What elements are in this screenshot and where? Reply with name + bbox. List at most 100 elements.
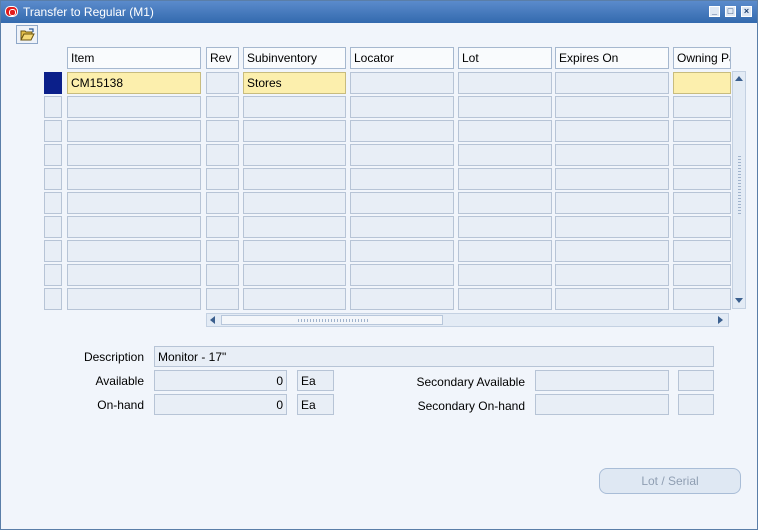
cell-lot[interactable] bbox=[458, 192, 552, 214]
available-uom-field[interactable]: Ea bbox=[297, 370, 334, 391]
cell-rev[interactable] bbox=[206, 120, 239, 142]
minimize-icon[interactable]: _ bbox=[709, 6, 720, 17]
cell-expires-on[interactable] bbox=[555, 240, 669, 262]
cell-locator[interactable] bbox=[350, 168, 454, 190]
secondary-available-uom-field[interactable] bbox=[678, 370, 714, 391]
cell-item[interactable] bbox=[67, 288, 201, 310]
cell-rev[interactable] bbox=[206, 240, 239, 262]
cell-owning-party[interactable] bbox=[673, 120, 731, 142]
open-button[interactable] bbox=[16, 25, 38, 44]
row-indicator[interactable] bbox=[44, 288, 62, 310]
cell-item[interactable] bbox=[67, 264, 201, 286]
cell-subinventory[interactable]: Stores bbox=[243, 72, 346, 94]
cell-rev[interactable] bbox=[206, 144, 239, 166]
cell-lot[interactable] bbox=[458, 168, 552, 190]
cell-rev[interactable] bbox=[206, 288, 239, 310]
cell-expires-on[interactable] bbox=[555, 192, 669, 214]
vertical-scrollbar[interactable] bbox=[732, 71, 746, 309]
cell-owning-party[interactable] bbox=[673, 168, 731, 190]
cell-owning-party[interactable] bbox=[673, 240, 731, 262]
column-header-rev[interactable]: Rev bbox=[206, 47, 239, 69]
cell-lot[interactable] bbox=[458, 120, 552, 142]
cell-owning-party[interactable] bbox=[673, 264, 731, 286]
cell-lot[interactable] bbox=[458, 240, 552, 262]
cell-locator[interactable] bbox=[350, 240, 454, 262]
column-header-item[interactable]: Item bbox=[67, 47, 201, 69]
cell-lot[interactable] bbox=[458, 264, 552, 286]
cell-lot[interactable] bbox=[458, 288, 552, 310]
row-indicator[interactable] bbox=[44, 264, 62, 286]
cell-locator[interactable] bbox=[350, 216, 454, 238]
column-header-owning-party[interactable]: Owning Party bbox=[673, 47, 731, 69]
scroll-left-icon[interactable] bbox=[210, 316, 215, 324]
row-indicator[interactable] bbox=[44, 240, 62, 262]
cell-rev[interactable] bbox=[206, 96, 239, 118]
cell-expires-on[interactable] bbox=[555, 288, 669, 310]
cell-item[interactable] bbox=[67, 168, 201, 190]
cell-rev[interactable] bbox=[206, 264, 239, 286]
cell-locator[interactable] bbox=[350, 120, 454, 142]
cell-lot[interactable] bbox=[458, 96, 552, 118]
cell-locator[interactable] bbox=[350, 72, 454, 94]
close-icon[interactable]: × bbox=[741, 6, 752, 17]
scroll-thumb[interactable] bbox=[221, 315, 443, 325]
cell-item[interactable]: CM15138 bbox=[67, 72, 201, 94]
cell-subinventory[interactable] bbox=[243, 288, 346, 310]
cell-rev[interactable] bbox=[206, 168, 239, 190]
cell-item[interactable] bbox=[67, 240, 201, 262]
cell-item[interactable] bbox=[67, 192, 201, 214]
cell-locator[interactable] bbox=[350, 288, 454, 310]
cell-expires-on[interactable] bbox=[555, 72, 669, 94]
cell-subinventory[interactable] bbox=[243, 144, 346, 166]
secondary-onhand-field[interactable] bbox=[535, 394, 669, 415]
cell-locator[interactable] bbox=[350, 96, 454, 118]
cell-rev[interactable] bbox=[206, 192, 239, 214]
available-field[interactable]: 0 bbox=[154, 370, 287, 391]
cell-item[interactable] bbox=[67, 144, 201, 166]
onhand-uom-field[interactable]: Ea bbox=[297, 394, 334, 415]
cell-subinventory[interactable] bbox=[243, 96, 346, 118]
row-indicator[interactable] bbox=[44, 216, 62, 238]
cell-locator[interactable] bbox=[350, 192, 454, 214]
cell-subinventory[interactable] bbox=[243, 240, 346, 262]
scroll-down-icon[interactable] bbox=[735, 298, 743, 303]
cell-expires-on[interactable] bbox=[555, 144, 669, 166]
cell-expires-on[interactable] bbox=[555, 216, 669, 238]
row-indicator[interactable] bbox=[44, 96, 62, 118]
cell-subinventory[interactable] bbox=[243, 192, 346, 214]
row-indicator[interactable] bbox=[44, 144, 62, 166]
description-field[interactable]: Monitor - 17" bbox=[154, 346, 714, 367]
secondary-available-field[interactable] bbox=[535, 370, 669, 391]
cell-rev[interactable] bbox=[206, 216, 239, 238]
cell-expires-on[interactable] bbox=[555, 168, 669, 190]
scroll-up-icon[interactable] bbox=[735, 76, 743, 81]
cell-subinventory[interactable] bbox=[243, 168, 346, 190]
cell-owning-party[interactable] bbox=[673, 72, 731, 94]
cell-item[interactable] bbox=[67, 120, 201, 142]
cell-owning-party[interactable] bbox=[673, 216, 731, 238]
cell-locator[interactable] bbox=[350, 264, 454, 286]
column-header-subinventory[interactable]: Subinventory bbox=[243, 47, 346, 69]
onhand-field[interactable]: 0 bbox=[154, 394, 287, 415]
cell-subinventory[interactable] bbox=[243, 120, 346, 142]
cell-expires-on[interactable] bbox=[555, 120, 669, 142]
cell-lot[interactable] bbox=[458, 72, 552, 94]
column-header-locator[interactable]: Locator bbox=[350, 47, 454, 69]
cell-owning-party[interactable] bbox=[673, 288, 731, 310]
horizontal-scrollbar[interactable] bbox=[206, 313, 729, 327]
cell-subinventory[interactable] bbox=[243, 264, 346, 286]
cell-expires-on[interactable] bbox=[555, 264, 669, 286]
lot-serial-button[interactable]: Lot / Serial bbox=[599, 468, 741, 494]
row-indicator[interactable] bbox=[44, 72, 62, 94]
cell-item[interactable] bbox=[67, 216, 201, 238]
cell-lot[interactable] bbox=[458, 144, 552, 166]
cell-locator[interactable] bbox=[350, 144, 454, 166]
column-header-lot[interactable]: Lot bbox=[458, 47, 552, 69]
scroll-right-icon[interactable] bbox=[718, 316, 723, 324]
cell-owning-party[interactable] bbox=[673, 192, 731, 214]
row-indicator[interactable] bbox=[44, 168, 62, 190]
column-header-expires-on[interactable]: Expires On bbox=[555, 47, 669, 69]
row-indicator[interactable] bbox=[44, 120, 62, 142]
cell-item[interactable] bbox=[67, 96, 201, 118]
maximize-icon[interactable]: □ bbox=[725, 6, 736, 17]
